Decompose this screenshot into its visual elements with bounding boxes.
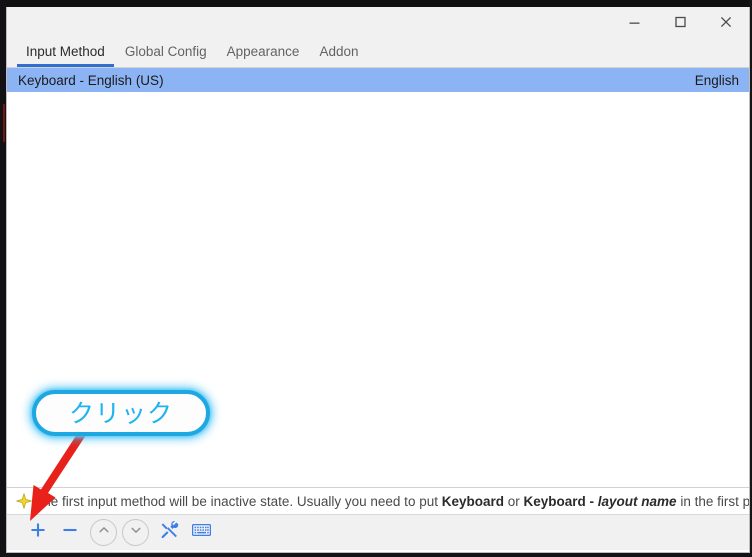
maximize-icon [674, 15, 687, 28]
close-button[interactable] [703, 7, 749, 36]
tab-addon[interactable]: Addon [309, 44, 368, 67]
minus-icon [61, 521, 79, 544]
close-icon [719, 15, 733, 29]
capture-edge-bottom [0, 553, 752, 557]
tab-label: Global Config [124, 44, 207, 59]
tab-bar: Input Method Global Config Appearance Ad… [7, 36, 749, 67]
tab-input-method[interactable]: Input Method [16, 44, 115, 67]
capture-edge-top [0, 0, 752, 7]
minimize-button[interactable] [611, 7, 657, 36]
add-input-method-button[interactable] [23, 518, 53, 548]
tab-label: Addon [319, 44, 359, 59]
annotation-callout-text: クリック [68, 398, 173, 428]
annotation-callout: クリック [32, 390, 210, 436]
input-method-language: English [694, 72, 739, 88]
star-icon [13, 493, 35, 509]
keyboard-layout-button[interactable] [186, 518, 216, 548]
move-down-button[interactable] [122, 519, 149, 546]
minimize-icon [628, 15, 641, 28]
bottom-toolbar [7, 514, 749, 550]
chevron-up-icon [97, 523, 111, 542]
hint-text-segment: The first input method will be inactive … [35, 493, 442, 509]
hint-keyword-keyboard: Keyboard [441, 493, 504, 509]
hint-bar: The first input method will be inactive … [7, 488, 749, 514]
move-up-button[interactable] [90, 519, 117, 546]
list-item[interactable]: Keyboard - English (US) English [7, 68, 749, 92]
chevron-down-icon [129, 523, 143, 542]
plus-icon [29, 521, 47, 544]
fcitx-configtool-window: Input Method Global Config Appearance Ad… [6, 7, 750, 553]
remove-input-method-button[interactable] [55, 518, 85, 548]
maximize-button[interactable] [657, 7, 703, 36]
hint-text-segment: or [504, 493, 524, 509]
tools-icon [160, 520, 179, 545]
screenshot-canvas: Input Method Global Config Appearance Ad… [0, 0, 752, 557]
hint-keyword-keyboard-layout: Keyboard - [523, 493, 598, 509]
hint-text-segment: in the first place. [680, 493, 750, 509]
capture-edge-artifact [3, 104, 5, 142]
tab-label: Appearance [226, 44, 300, 59]
tab-global-config[interactable]: Global Config [115, 44, 217, 67]
hint-text: The first input method will be inactive … [35, 493, 750, 509]
title-bar [7, 7, 749, 36]
keyboard-icon [191, 523, 211, 542]
tab-label: Input Method [26, 44, 105, 59]
input-method-name: Keyboard - English (US) [18, 72, 164, 88]
hint-keyword-layout-name: layout name [597, 493, 677, 509]
configure-button[interactable] [154, 518, 184, 548]
tab-appearance[interactable]: Appearance [217, 44, 310, 67]
